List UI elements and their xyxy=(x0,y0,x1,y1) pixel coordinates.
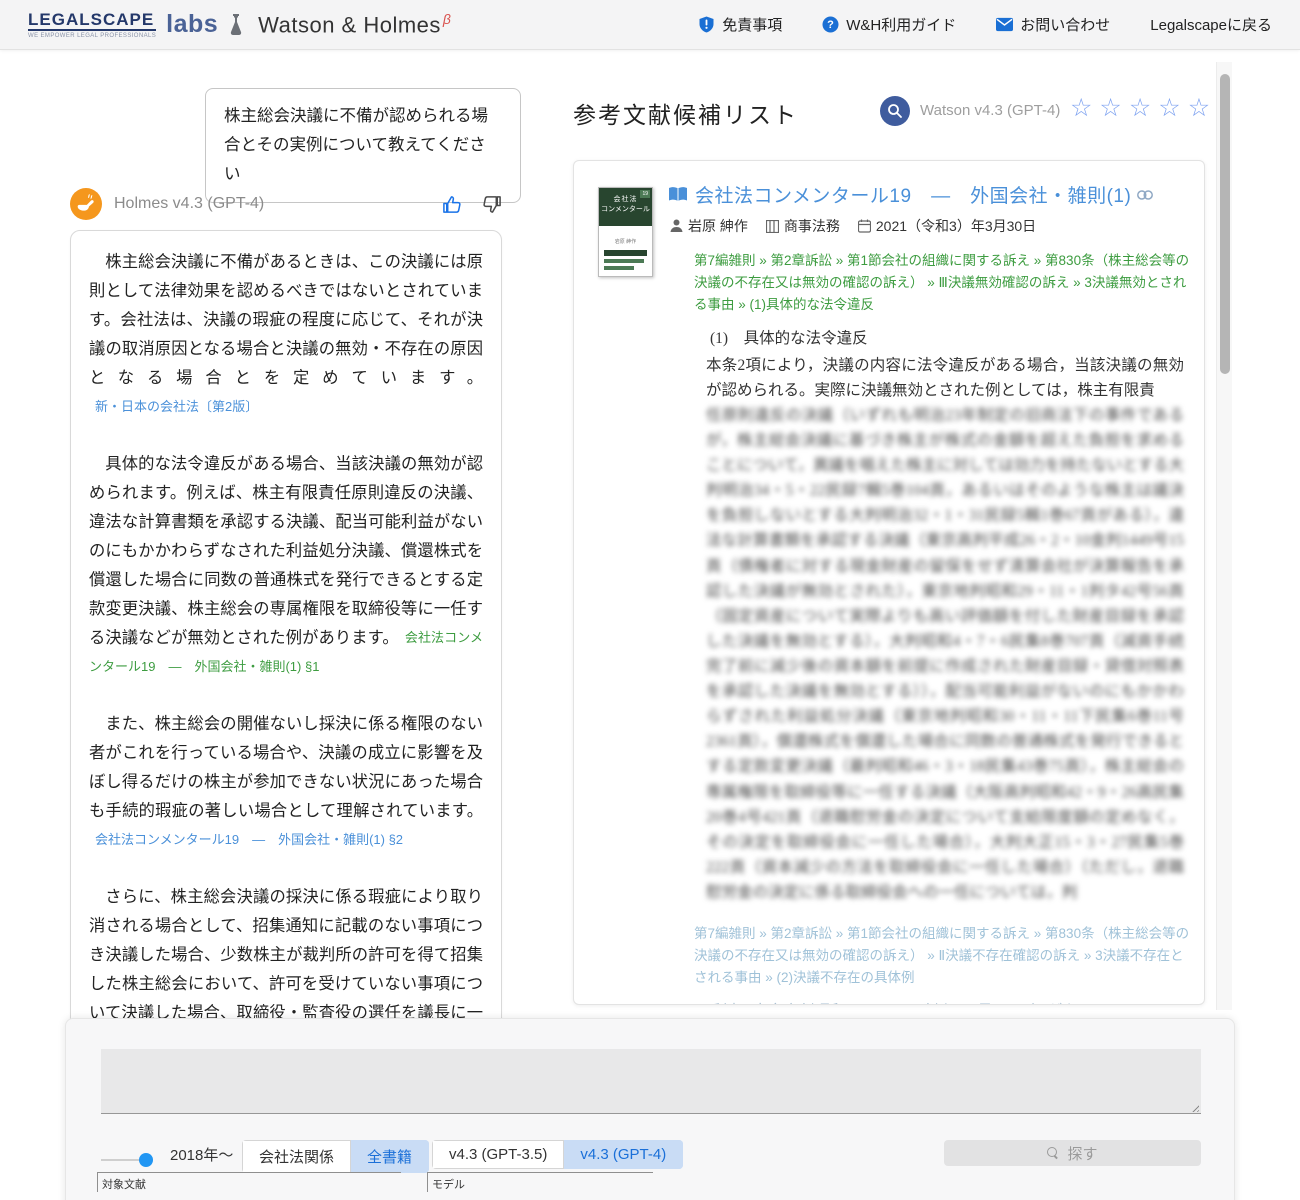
citation-link[interactable]: 会社法コンメンタール19 ― 外国会社・雑則(1) §2 xyxy=(95,832,403,847)
star-outline-icon[interactable] xyxy=(1158,95,1180,120)
citation-link[interactable]: 新・日本の会社法〔第2版〕 xyxy=(95,399,258,414)
model-group-outline: モデル xyxy=(427,1172,653,1193)
document-breadcrumb[interactable]: 第7編雑則 » 第2章訴訟 » 第1節会社の組織に関する訴え » 第830条（株… xyxy=(694,250,1190,316)
assistant-name: Holmes v4.3 (GPT-4) xyxy=(114,195,265,212)
doc-date: 2021（令和3）年3月30日 xyxy=(857,216,1036,236)
search-icon xyxy=(1047,1147,1059,1159)
link-icon[interactable] xyxy=(1137,189,1154,200)
header-nav: 免責事項 ? W&H利用ガイド お問い合わせ Legalscapeに戻る xyxy=(698,14,1272,35)
help-circle-icon: ? xyxy=(822,16,839,33)
answer-paragraph: 株主総会決議に不備があるときは、この決議には原則として法律効果を認めるべきではな… xyxy=(89,253,483,414)
document-excerpt: (1) 具体的な法令違反 本条2項により，決議の内容に法令違反がある場合，当該決… xyxy=(706,326,1184,906)
doc-author: 岩原 紳作 xyxy=(670,216,748,236)
star-outline-icon[interactable] xyxy=(1129,95,1151,120)
app-header: LEGALSCAPE WE EMPOWER LEGAL PROFESSIONAL… xyxy=(0,0,1300,50)
assistant-header-row: Holmes v4.3 (GPT-4) xyxy=(70,188,502,220)
svg-text:?: ? xyxy=(827,19,834,31)
user-question-bubble: 株主総会決議に不備が認められる場合とその実例について教えてください xyxy=(205,88,521,203)
brand-wordmark: LEGALSCAPE xyxy=(28,9,157,31)
search-button[interactable]: 探す xyxy=(944,1140,1201,1166)
slider-knob[interactable] xyxy=(139,1153,153,1167)
query-composer-panel: 2018年〜 会社法関係 全書籍 v4.3 (GPT-3.5) v4.3 (GP… xyxy=(65,1018,1235,1200)
scope-option-all-books[interactable]: 全書籍 xyxy=(351,1140,430,1173)
search-icon xyxy=(888,104,902,118)
labs-wordmark: labs xyxy=(166,10,219,38)
year-range-slider[interactable] xyxy=(101,1153,153,1167)
excerpt-blurred-text: 任原則違反の決議（いずれも明治23年制定の旧商法下の事件であるが，株主総会決議に… xyxy=(706,406,1184,901)
star-outline-icon[interactable] xyxy=(1070,95,1092,120)
flask-icon xyxy=(231,13,242,35)
nav-guide[interactable]: ? W&H利用ガイド xyxy=(822,14,956,35)
excerpt-heading: (1) 具体的な法令違反 xyxy=(710,329,868,347)
app-title: Watson & Holmes β xyxy=(258,10,452,38)
watson-holmes-app: LEGALSCAPE WE EMPOWER LEGAL PROFESSIONAL… xyxy=(0,0,1300,1200)
nav-disclaimer[interactable]: 免責事項 xyxy=(698,14,782,35)
watson-badge[interactable] xyxy=(880,96,910,126)
assistant-answer-card: 株主総会決議に不備があるときは、この決議には原則として法律効果を認めるべきではな… xyxy=(70,230,502,1136)
thumbs-down-button[interactable] xyxy=(483,195,502,214)
year-filter-label: 2018年〜 xyxy=(170,1147,234,1164)
reference-document-card: 会社法 コンメンタール 19 岩原 紳作 会社法コンメンタール19 ― 外国会社… xyxy=(573,160,1205,1005)
volume-badge: 19 xyxy=(640,190,650,198)
excerpt-faded-text: 反対，東京高判昭和62・12・23判タ685号253頁）がある。 以上を見るに，… xyxy=(706,999,1184,1004)
holmes-avatar xyxy=(70,188,102,220)
vertical-scrollbar[interactable] xyxy=(1216,62,1232,1010)
beta-badge: β xyxy=(442,10,452,27)
pipe-icon xyxy=(77,194,94,211)
watson-engine-name: Watson v4.3 (GPT-4) xyxy=(920,102,1061,119)
scope-toggle-group: 会社法関係 全書籍 xyxy=(242,1140,430,1173)
star-outline-icon[interactable] xyxy=(1099,95,1121,120)
model-option-gpt4[interactable]: v4.3 (GPT-4) xyxy=(564,1140,684,1169)
brand-tagline: WE EMPOWER LEGAL PROFESSIONALS xyxy=(28,32,157,39)
model-group-label: モデル xyxy=(427,1173,470,1192)
star-outline-icon[interactable] xyxy=(1188,95,1210,120)
calendar-icon xyxy=(857,219,871,233)
nav-contact[interactable]: お問い合わせ xyxy=(996,14,1110,35)
model-toggle-group: v4.3 (GPT-3.5) v4.3 (GPT-4) xyxy=(432,1140,684,1169)
scope-group-outline: 対象文献 xyxy=(97,1172,401,1193)
person-icon xyxy=(670,219,683,232)
rating-stars xyxy=(1070,95,1210,120)
scope-option-kaishahou[interactable]: 会社法関係 xyxy=(242,1140,352,1173)
thumbs-up-button[interactable] xyxy=(442,195,461,214)
publisher-icon xyxy=(765,219,779,233)
book-cover-thumbnail[interactable]: 会社法 コンメンタール 19 岩原 紳作 xyxy=(598,187,653,277)
excerpt-visible-text: 本条2項により，決議の内容に法令違反がある場合，当該決議の無効が認められる。実際… xyxy=(706,356,1184,399)
document-title-link[interactable]: 会社法コンメンタール19 ― 外国会社・雑則(1) xyxy=(695,181,1131,208)
answer-paragraph: また、株主総会の開催ないし採決に係る権限のない者がこれを行っている場合や、決議の… xyxy=(89,715,483,847)
scrollbar-thumb[interactable] xyxy=(1220,74,1230,374)
answer-paragraph: 具体的な法令違反がある場合、当該決議の無効が認められます。例えば、株主有限責任原… xyxy=(89,455,483,674)
document-breadcrumb-secondary[interactable]: 第7編雑則 » 第2章訴訟 » 第1節会社の組織に関する訴え » 第830条（株… xyxy=(694,923,1190,989)
legalscape-labs-logo[interactable]: LEGALSCAPE WE EMPOWER LEGAL PROFESSIONAL… xyxy=(28,10,244,39)
mail-icon xyxy=(996,17,1014,32)
doc-publisher: 商事法務 xyxy=(765,216,840,236)
nav-back-to-legalscape[interactable]: Legalscapeに戻る xyxy=(1150,14,1272,35)
book-icon xyxy=(669,187,687,201)
reference-panel-title: 参考文献候補リスト xyxy=(573,102,798,128)
scope-group-label: 対象文献 xyxy=(97,1173,151,1192)
model-option-gpt35[interactable]: v4.3 (GPT-3.5) xyxy=(432,1140,565,1169)
disclaimer-shield-icon xyxy=(699,16,714,33)
query-input[interactable] xyxy=(101,1049,1201,1114)
